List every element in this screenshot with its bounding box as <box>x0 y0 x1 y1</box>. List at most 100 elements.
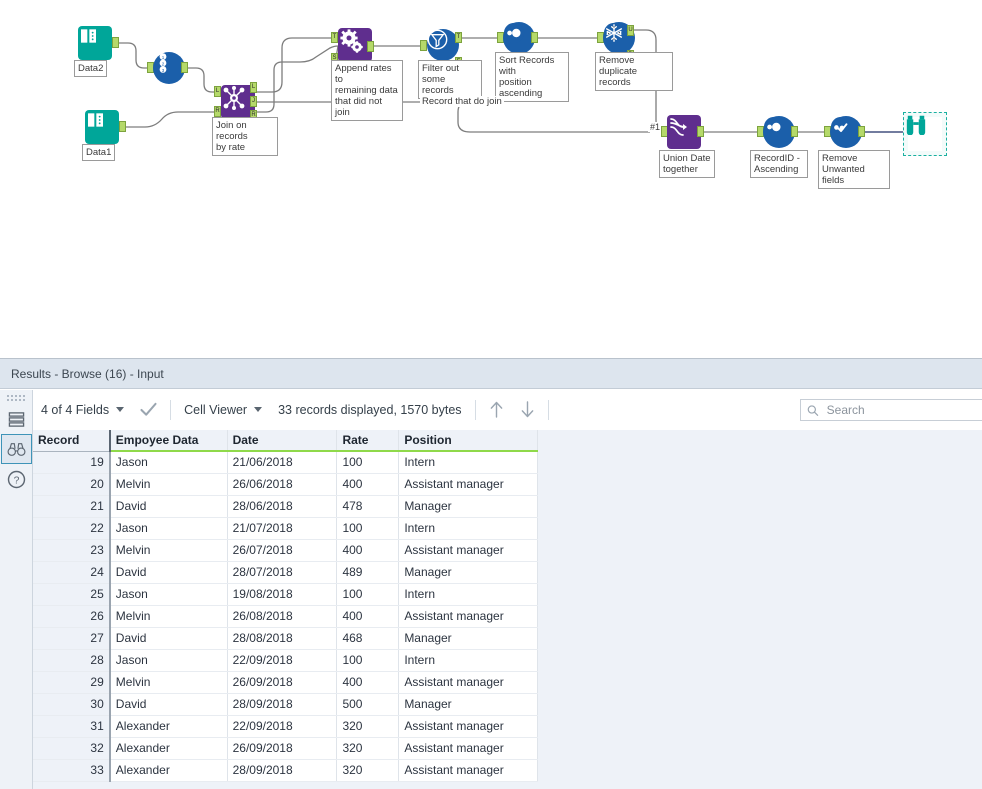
table-cell[interactable]: 28/08/2018 <box>227 627 338 650</box>
output-anchor[interactable] <box>181 62 188 73</box>
table-cell[interactable]: Intern <box>398 517 538 540</box>
table-cell[interactable]: 32 <box>33 737 111 760</box>
browse-view-icon[interactable] <box>0 434 32 464</box>
table-cell[interactable]: 21/06/2018 <box>227 451 338 474</box>
output-anchor[interactable] <box>112 37 119 48</box>
table-cell[interactable]: Manager <box>398 627 538 650</box>
table-cell[interactable]: David <box>109 495 228 518</box>
output-anchor[interactable] <box>367 41 374 52</box>
table-cell[interactable]: 468 <box>336 627 400 650</box>
table-row[interactable]: 30 David 28/09/2018 500 Manager <box>33 693 538 716</box>
table-cell[interactable]: Melvin <box>109 671 228 694</box>
table-cell[interactable]: Alexander <box>109 759 228 782</box>
table-cell[interactable]: 100 <box>336 649 400 672</box>
join-output-left-anchor[interactable] <box>250 82 257 93</box>
output-anchor[interactable] <box>531 32 538 43</box>
table-cell[interactable]: David <box>109 693 228 716</box>
input-data-icon[interactable] <box>78 26 112 60</box>
help-icon[interactable]: ? <box>1 464 32 494</box>
table-cell[interactable]: 489 <box>336 561 400 584</box>
union-icon[interactable] <box>667 115 701 149</box>
column-header-position[interactable]: Position <box>398 430 538 452</box>
table-cell[interactable]: 400 <box>336 473 400 496</box>
chevron-down-icon[interactable] <box>116 407 125 412</box>
table-cell[interactable]: 100 <box>336 517 400 540</box>
table-cell[interactable]: Jason <box>109 451 228 474</box>
table-row[interactable]: 25 Jason 19/08/2018 100 Intern <box>33 583 538 606</box>
output-anchor[interactable] <box>697 126 704 137</box>
browse-selection-outline[interactable] <box>903 112 947 156</box>
table-cell[interactable]: 26/09/2018 <box>227 737 338 760</box>
table-cell[interactable]: Assistant manager <box>398 473 538 496</box>
unique-output-anchor[interactable] <box>627 25 634 36</box>
search-input[interactable] <box>824 402 979 418</box>
table-cell[interactable]: Melvin <box>109 539 228 562</box>
table-cell[interactable]: Assistant manager <box>398 671 538 694</box>
join-input-left-anchor[interactable] <box>214 86 221 97</box>
table-cell[interactable]: 31 <box>33 715 111 738</box>
table-row[interactable]: 20 Melvin 26/06/2018 400 Assistant manager <box>33 473 538 496</box>
table-cell[interactable]: 26/06/2018 <box>227 473 338 496</box>
table-cell[interactable]: 28/09/2018 <box>227 759 338 782</box>
output-anchor[interactable] <box>858 126 865 137</box>
table-cell[interactable]: 22/09/2018 <box>227 649 338 672</box>
column-header-rate[interactable]: Rate <box>336 430 400 452</box>
scroll-up-button[interactable] <box>481 400 512 419</box>
table-cell[interactable]: Assistant manager <box>398 715 538 738</box>
table-cell[interactable]: Intern <box>398 649 538 672</box>
table-cell[interactable]: Alexander <box>109 737 228 760</box>
output-anchor[interactable] <box>791 126 798 137</box>
table-cell[interactable]: 400 <box>336 605 400 628</box>
table-row[interactable]: 31 Alexander 22/09/2018 320 Assistant manage… <box>33 715 538 738</box>
browse-icon[interactable] <box>906 115 942 151</box>
table-cell[interactable]: 25 <box>33 583 111 606</box>
workflow-canvas[interactable]: Data2 1 2 3 L R L J R Join on records by… <box>0 0 982 358</box>
table-cell[interactable]: 21 <box>33 495 111 518</box>
table-cell[interactable]: 23 <box>33 539 111 562</box>
table-cell[interactable]: Assistant manager <box>398 759 538 782</box>
table-row[interactable]: 33 Alexander 28/09/2018 320 Assistant manage… <box>33 759 538 782</box>
output-anchor[interactable] <box>119 121 126 132</box>
table-cell[interactable]: David <box>109 561 228 584</box>
table-cell[interactable]: 28/09/2018 <box>227 693 338 716</box>
fields-selector[interactable]: 4 of 4 Fields <box>33 403 132 417</box>
table-row[interactable]: 28 Jason 22/09/2018 100 Intern <box>33 649 538 672</box>
table-cell[interactable]: 26 <box>33 605 111 628</box>
column-header-empoyee-data[interactable]: Empoyee Data <box>109 430 228 452</box>
table-cell[interactable]: Manager <box>398 561 538 584</box>
table-cell[interactable]: Alexander <box>109 715 228 738</box>
table-cell[interactable]: 100 <box>336 583 400 606</box>
table-cell[interactable]: 29 <box>33 671 111 694</box>
table-cell[interactable]: 33 <box>33 759 111 782</box>
table-cell[interactable]: Melvin <box>109 605 228 628</box>
chevron-down-icon[interactable] <box>254 407 263 412</box>
table-cell[interactable]: Jason <box>109 583 228 606</box>
table-cell[interactable]: 320 <box>336 737 400 760</box>
table-cell[interactable]: 19/08/2018 <box>227 583 338 606</box>
scroll-down-button[interactable] <box>512 400 543 419</box>
table-cell[interactable]: 20 <box>33 473 111 496</box>
table-cell[interactable]: 28/06/2018 <box>227 495 338 518</box>
table-cell[interactable]: Assistant manager <box>398 737 538 760</box>
filter-true-anchor[interactable] <box>455 32 462 43</box>
table-cell[interactable]: 22 <box>33 517 111 540</box>
table-cell[interactable]: 400 <box>336 539 400 562</box>
table-cell[interactable]: 500 <box>336 693 400 716</box>
table-cell[interactable]: Assistant manager <box>398 539 538 562</box>
table-cell[interactable]: 320 <box>336 715 400 738</box>
table-cell[interactable]: Assistant manager <box>398 605 538 628</box>
table-row[interactable]: 21 David 28/06/2018 478 Manager <box>33 495 538 518</box>
table-row[interactable]: 24 David 28/07/2018 489 Manager <box>33 561 538 584</box>
table-cell[interactable]: 21/07/2018 <box>227 517 338 540</box>
table-cell[interactable]: 26/07/2018 <box>227 539 338 562</box>
table-row[interactable]: 23 Melvin 26/07/2018 400 Assistant manager <box>33 539 538 562</box>
table-cell[interactable]: 30 <box>33 693 111 716</box>
table-row[interactable]: 27 David 28/08/2018 468 Manager <box>33 627 538 650</box>
join-input-right-anchor[interactable] <box>214 106 221 117</box>
table-row[interactable]: 29 Melvin 26/09/2018 400 Assistant manager <box>33 671 538 694</box>
table-cell[interactable]: 28 <box>33 649 111 672</box>
table-cell[interactable]: 320 <box>336 759 400 782</box>
table-cell[interactable]: Manager <box>398 693 538 716</box>
table-view-icon[interactable] <box>1 404 32 434</box>
table-row[interactable]: 26 Melvin 26/08/2018 400 Assistant manager <box>33 605 538 628</box>
